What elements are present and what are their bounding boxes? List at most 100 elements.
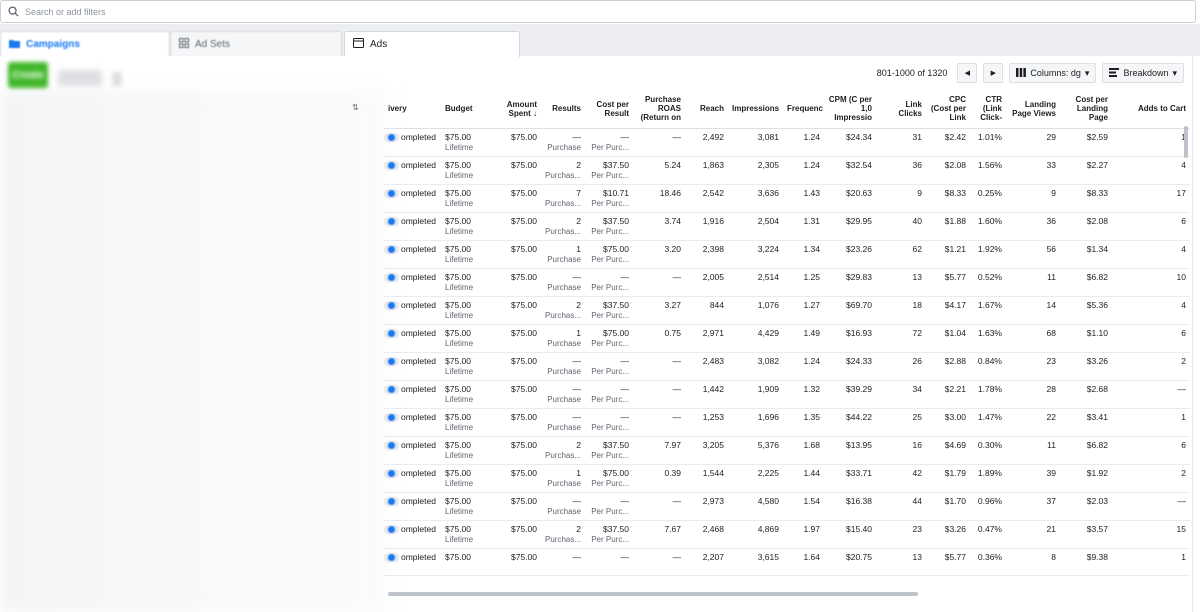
delivery-toggle[interactable] — [384, 132, 399, 142]
table-row[interactable]: ompleted $75.00 Lifetime $75.00 2 Purchas... $… — [384, 520, 1190, 549]
blurred-toolbar-control[interactable] — [112, 72, 122, 86]
cell-reach: 2,398 — [685, 240, 728, 269]
cell-value: 2,468 — [702, 523, 724, 534]
table-row[interactable]: ompleted $75.00 Lifetime $75.00— Purchase — Pe… — [384, 352, 1190, 381]
toggle-knob — [388, 133, 395, 141]
table-row[interactable]: ompleted $75.00 Lifetime $75.00— Purchase — Pe… — [384, 380, 1190, 409]
delivery-toggle[interactable] — [384, 328, 399, 338]
table-row[interactable]: ompleted $75.00 Lifetime $75.00 2 Purchas... $… — [384, 436, 1190, 465]
cell-delivery: ompleted — [384, 268, 441, 297]
cell-value: 5,376 — [757, 439, 779, 450]
column-header-impressions[interactable]: Impressions — [728, 90, 783, 129]
cell-value: 1.63% — [977, 327, 1002, 338]
delivery-toggle[interactable] — [384, 440, 399, 450]
delivery-toggle[interactable] — [384, 384, 399, 394]
delivery-toggle[interactable] — [384, 356, 399, 366]
delivery-toggle[interactable] — [384, 188, 399, 198]
delivery-toggle[interactable] — [384, 468, 399, 478]
create-button[interactable]: Create — [8, 62, 48, 88]
delivery-toggle[interactable] — [384, 216, 399, 226]
delivery-toggle[interactable] — [384, 496, 399, 506]
tab-adsets[interactable]: Ad Sets — [170, 31, 342, 57]
cell-subtext: Lifetime — [445, 282, 474, 292]
table-row[interactable]: ompleted $75.00 Lifetime $75.00 2 Purchas... $… — [384, 156, 1190, 185]
column-header-purchase-roas[interactable]: Purchase ROAS (Return on — [633, 90, 685, 129]
column-header-cpc[interactable]: CPC (Cost per Link — [926, 90, 970, 129]
column-header-amount-spent[interactable]: Amount Spent ↓ — [479, 90, 541, 129]
column-header-ctr[interactable]: CTR (Link Click- — [970, 90, 1006, 129]
delivery-toggle[interactable] — [384, 300, 399, 310]
cell-value: $2.21 — [944, 383, 966, 394]
cell-cpc: $2.42 — [926, 128, 970, 157]
cell-value: 62 — [912, 243, 922, 254]
cell-cpc: $4.17 — [926, 296, 970, 325]
table-row[interactable]: ompleted $75.00 Lifetime $75.00 1 Purchase $75… — [384, 240, 1190, 269]
vertical-scrollbar[interactable] — [1184, 126, 1188, 158]
table-row[interactable]: ompleted $75.00 Lifetime $75.00— Purchase — Pe… — [384, 492, 1190, 521]
cell-impressions: 4,429 — [728, 324, 783, 353]
delivery-toggle[interactable] — [384, 272, 399, 282]
cell-cpr: — — [585, 548, 633, 576]
next-page-button[interactable]: ▶ — [983, 63, 1004, 83]
cell-value: 1.01% — [977, 131, 1002, 142]
cell-value: $2.42 — [944, 131, 966, 142]
delivery-toggle[interactable] — [384, 552, 399, 562]
cell-value: — — [620, 551, 630, 562]
search-bar[interactable] — [0, 0, 1196, 23]
cell-value: ompleted — [401, 523, 436, 534]
cell-budget: $75.00 Lifetime — [441, 268, 479, 297]
table-row[interactable]: ompleted $75.00 Lifetime $75.00 1 Purchase $75… — [384, 324, 1190, 353]
cell-atc: — — [1112, 492, 1190, 521]
column-header-cpm[interactable]: CPM (C per 1,0 Impressio — [824, 90, 876, 129]
cell-value: 1 — [1181, 551, 1186, 562]
toggle-knob — [388, 469, 395, 477]
column-header-cost-per-landing-page[interactable]: Cost per Landing Page — [1060, 90, 1112, 129]
cell-lpv: 9 — [1006, 184, 1060, 213]
cell-value: $75.00 — [445, 299, 471, 310]
cell-impressions: 1,076 — [728, 296, 783, 325]
delivery-toggle[interactable] — [384, 524, 399, 534]
columns-button[interactable]: Columns: dg ▾ — [1009, 63, 1097, 83]
cell-value: — — [672, 495, 682, 506]
table-row[interactable]: ompleted $75.00 Lifetime $75.00 2 Purchas... $… — [384, 212, 1190, 241]
table-row[interactable]: ompleted $75.00 Lifetime $75.00— Purchase — Pe… — [384, 268, 1190, 297]
column-header-budget[interactable]: Budget — [441, 90, 479, 129]
cell-atc: 6 — [1112, 212, 1190, 241]
table-row[interactable]: ompleted $75.00 Lifetime $75.00 2 Purchas... $… — [384, 296, 1190, 325]
horizontal-scrollbar[interactable] — [388, 592, 918, 596]
cell-value: — — [672, 551, 682, 562]
table-row[interactable]: ompleted $75.00 Lifetime $75.00— Purchase — Pe… — [384, 128, 1190, 157]
table-row[interactable]: ompleted $75.00 Lifetime $75.00 7 Purchas... $… — [384, 184, 1190, 213]
arrow-left-icon: ◀ — [964, 70, 971, 77]
cell-value: 1,076 — [757, 299, 779, 310]
cell-value: $75.00 — [511, 495, 537, 506]
column-header-delivery[interactable]: ivery — [384, 90, 441, 129]
delivery-toggle[interactable] — [384, 412, 399, 422]
search-input[interactable] — [25, 6, 625, 17]
delivery-toggle[interactable] — [384, 160, 399, 170]
prev-page-button[interactable]: ◀ — [957, 63, 978, 83]
column-header-frequency[interactable]: Frequenc — [783, 90, 824, 129]
total-cplp: $1.89Per Action — [1060, 575, 1112, 578]
delivery-toggle[interactable] — [384, 244, 399, 254]
tab-ads[interactable]: Ads — [344, 31, 520, 57]
cell-roas: — — [633, 128, 685, 157]
column-header-cost-per-result[interactable]: Cost per Result — [585, 90, 633, 129]
cell-budget: $75.00 Lifetime — [441, 156, 479, 185]
cell-value: 4,580 — [757, 495, 779, 506]
breakdown-button[interactable]: Breakdown ▾ — [1102, 63, 1184, 83]
column-header-adds-to-cart[interactable]: Adds to Cart — [1112, 90, 1190, 129]
table-row[interactable]: ompleted $75.00 Lifetime $75.00— Purchase — Pe… — [384, 408, 1190, 437]
column-header-reach[interactable]: Reach — [685, 90, 728, 129]
table-row[interactable]: ompleted $75.00 Lifetime $75.00 1 Purchase $75… — [384, 464, 1190, 493]
table-row[interactable]: ompleted $75.00 $75.00— — —2,207 3,615 1.64 $20… — [384, 548, 1190, 576]
blurred-toolbar-control[interactable] — [58, 70, 102, 86]
tab-campaigns[interactable]: Campaigns — [0, 31, 170, 57]
column-header-landing-page-views[interactable]: Landing Page Views — [1006, 90, 1060, 129]
column-header-link-clicks[interactable]: Link Clicks — [876, 90, 926, 129]
cell-delivery: ompleted — [384, 408, 441, 437]
column-header-results[interactable]: Results — [541, 90, 585, 129]
sort-icon[interactable]: ⇅ — [352, 103, 359, 112]
cell-link-clicks: 36 — [876, 156, 926, 185]
cell-value: 0.36% — [977, 551, 1002, 562]
